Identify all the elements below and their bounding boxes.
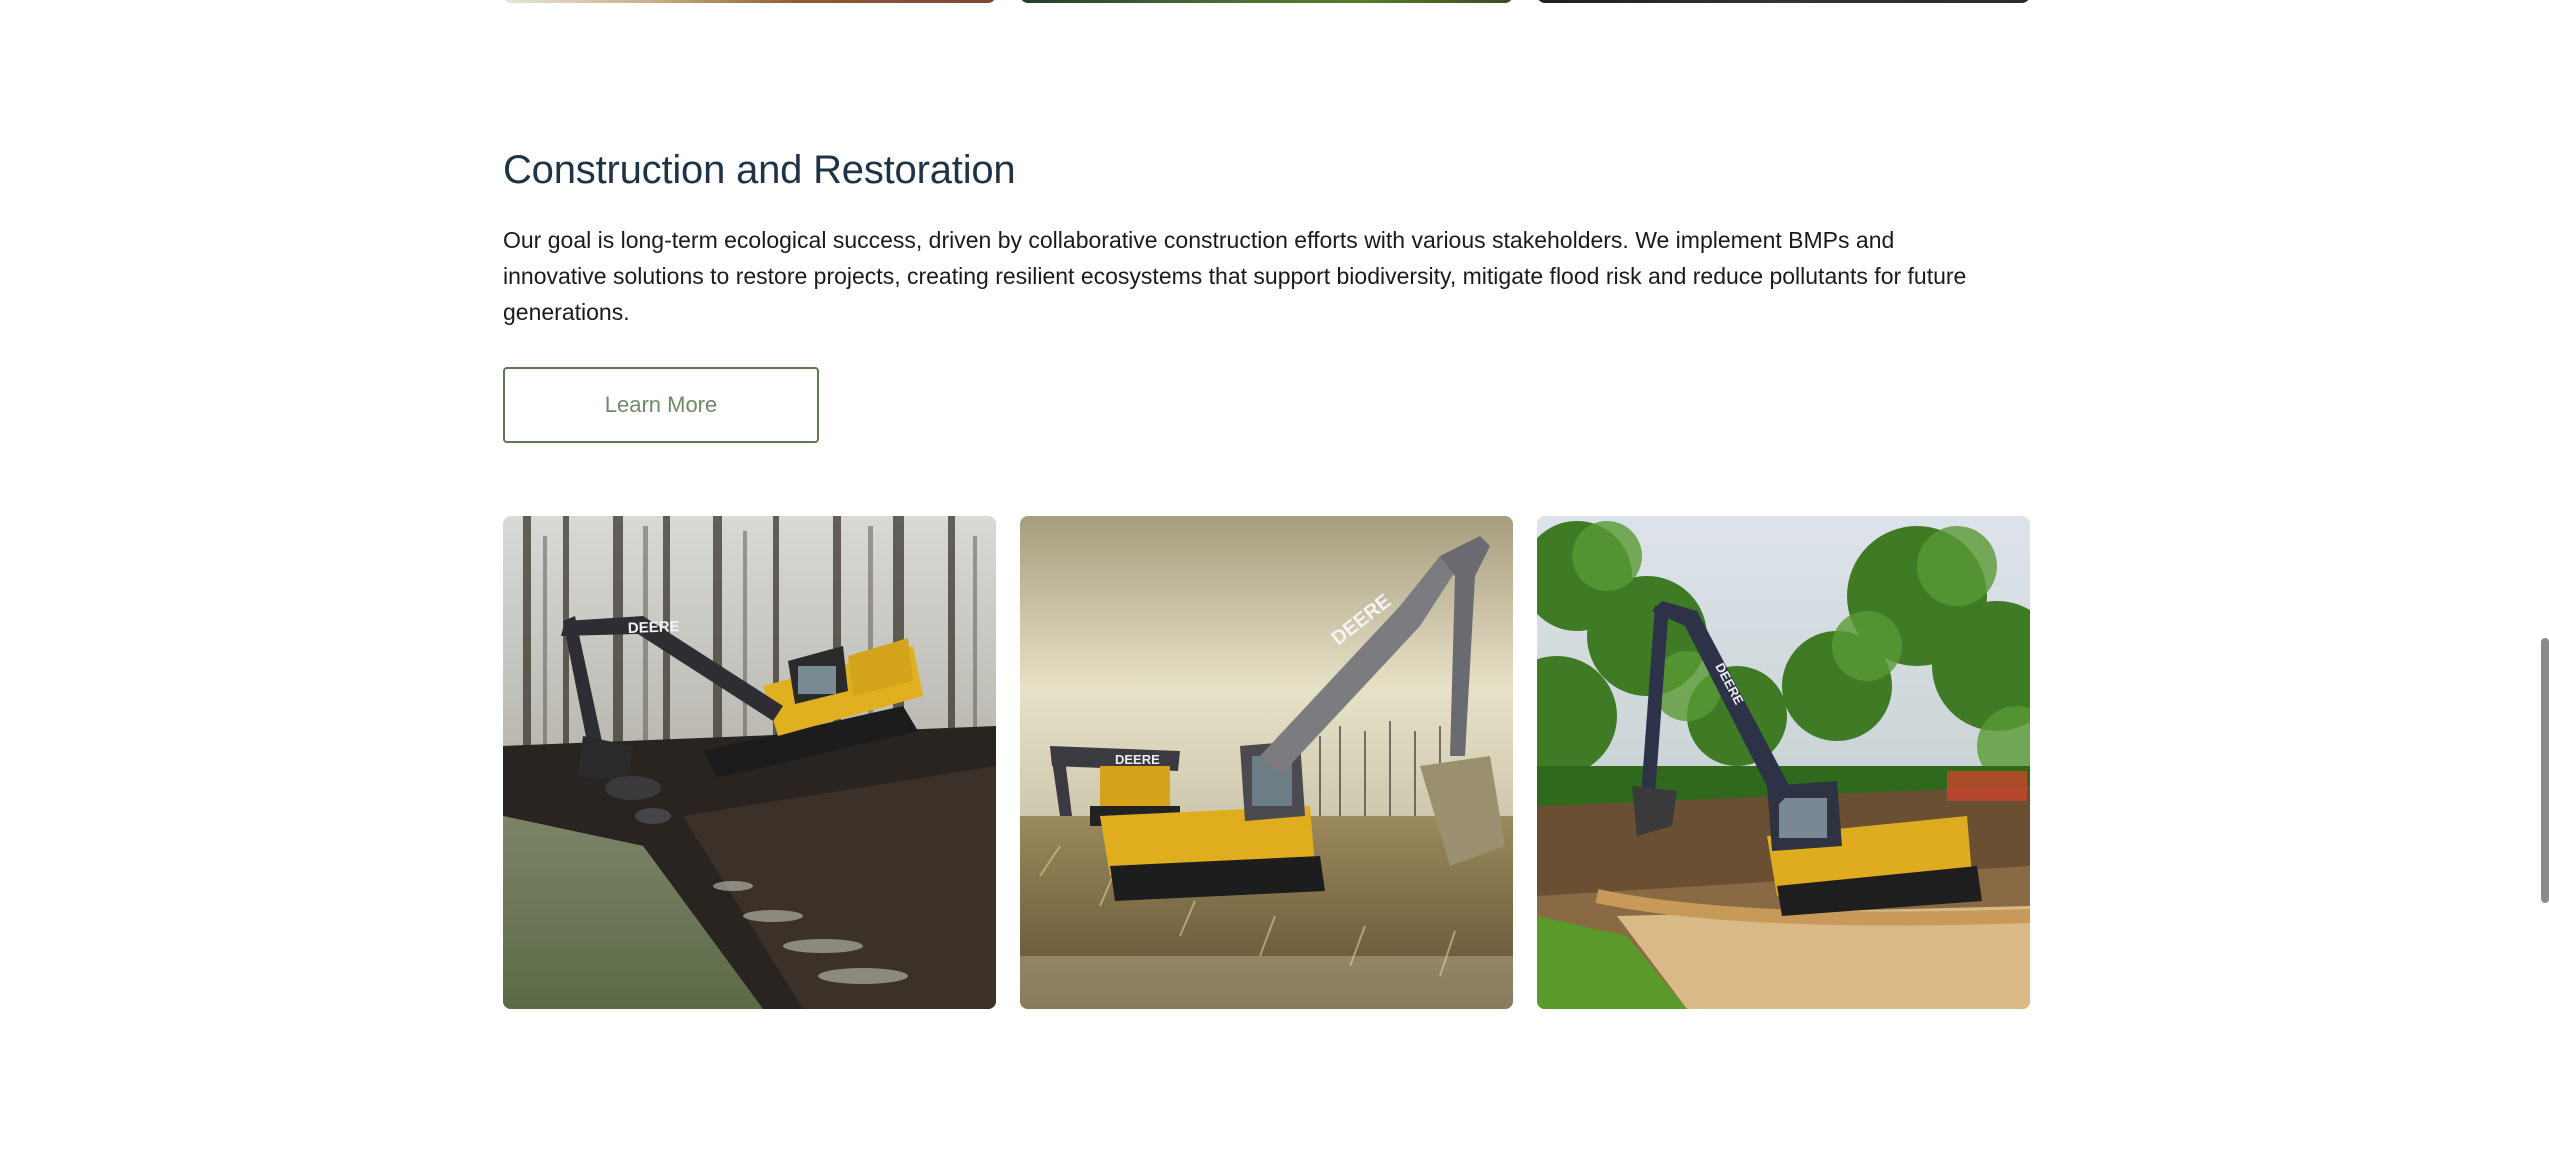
excavator-forest-site-photo[interactable]: DEERE (1537, 516, 2030, 1009)
scrollbar-thumb[interactable] (2541, 638, 2549, 903)
excavator-stream-photo[interactable]: DEERE (503, 516, 996, 1009)
section-description: Our goal is long-term ecological success… (503, 227, 1967, 325)
previous-photo[interactable] (1020, 0, 1513, 3)
brand-label: DEERE (628, 618, 680, 637)
previous-photo[interactable] (503, 0, 996, 3)
section-title: Construction and Restoration (503, 148, 1016, 192)
photo-gallery: DEERE DEERE DEERE DEERE (503, 516, 2030, 1009)
previous-gallery-row (503, 0, 2030, 4)
page: Construction and Restoration Our goal is… (0, 0, 2549, 1158)
learn-more-button[interactable]: Learn More (503, 367, 819, 443)
page-scrollbar[interactable] (2539, 0, 2549, 1158)
previous-photo[interactable] (1537, 0, 2030, 3)
excavators-field-photo[interactable]: DEERE DEERE (1020, 516, 1513, 1009)
brand-label: DEERE (1115, 752, 1160, 767)
